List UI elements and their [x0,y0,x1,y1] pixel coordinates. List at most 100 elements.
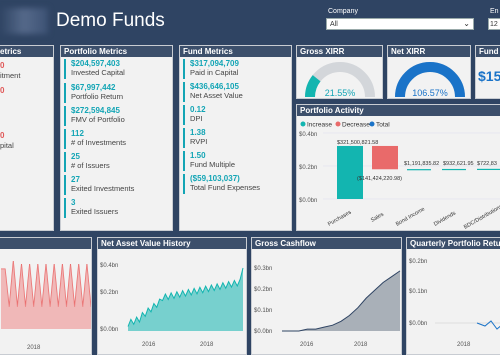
portfolio-metrics-panel: Portfolio Metrics $204,597,403 Invested … [60,45,173,231]
metric-value: $436,646,105 [190,82,239,91]
quarterly-return-panel: Quarterly Portfolio Return $0.2bn $0.1bn… [406,237,500,355]
accent-stripe [183,59,185,79]
y-tick-label: $0.1bn [254,308,272,314]
metric-label: Exited Investments [71,184,135,193]
end-filter-label: En [490,8,499,15]
accent-stripe [64,59,66,79]
y-tick-label: $0.2bn [299,165,317,171]
metric-label: # of Issuers [71,161,110,170]
x-tick-label: 2018 [200,342,214,348]
gross-xirr-gauge-panel: Gross XIRR 21.55% [296,45,383,99]
x-tick-label: BDC/Distributions [463,204,500,231]
metric-value: 1.38 [190,128,206,137]
panel-header [0,238,91,249]
accent-stripe [64,83,66,103]
metric-value: $204,597,403 [71,59,120,68]
y-tick-label: $0.4bn [299,132,317,138]
waterfall-bar-bond-income [407,169,431,171]
metric-item: ($59,103,037) Total Fund Expenses [190,174,260,193]
y-tick-label: $0.0bn [299,198,317,204]
metric-label: Fund Multiple [190,160,236,169]
x-tick-label: 2018 [27,345,41,351]
metric-value: 27 [71,175,80,184]
company-logo [0,8,48,34]
metric-item: $204,597,403 Invested Capital [71,59,125,78]
gauge-fill [305,75,321,98]
panel-header: Quarterly Portfolio Return [407,238,500,249]
metric-item: 25 # of Issuers [71,152,110,171]
x-tick-label: Sales [370,212,385,224]
metric-value: ($59,103,037) [190,174,240,183]
series-line [476,320,500,330]
data-label: $932,621.95 [443,161,474,167]
metric-label: Exited Issuers [71,207,119,216]
data-label: $722,83 [477,161,497,167]
accent-stripe [64,129,66,149]
company-filter-label: Company [328,8,358,15]
data-label: $1,191,835.82 [404,161,439,167]
metric-label: Paid in Capital [190,68,239,77]
metric-label: Net Asset Value [190,91,243,100]
legend-swatch-total [369,121,375,127]
waterfall-bar-sales [372,145,398,170]
company-dropdown[interactable]: All ⌄ [326,18,474,30]
metric-item: 3 Exited Issuers [71,198,118,217]
page-title: Demo Funds [56,10,165,31]
waterfall-bar-bdc [477,168,500,171]
y-tick-label: $0.0bn [100,327,118,333]
bottom-left-chart: 2018 [1,260,91,351]
panel-header: Portfolio Metrics [61,46,172,57]
quarterly-return-chart: $0.2bn $0.1bn $0.0bn 2018 [409,259,500,348]
accent-stripe [183,128,185,148]
end-date-input[interactable]: 12 [488,18,500,30]
legend-swatch-increase [300,121,306,127]
gross-xirr-gauge: 21.55% [305,62,375,98]
metric-label: Total Fund Expenses [190,183,261,192]
y-tick-label: $0.1bn [409,289,427,295]
legend-label: Decrease [342,122,370,129]
x-tick-label: 2016 [142,342,156,348]
panel-header: Net XIRR [388,46,470,57]
x-tick-label: 2018 [457,342,471,348]
bottom-left-chart-panel: 2018 [0,237,92,355]
metric-item: 112 # of Investments [71,129,126,148]
x-tick-label: Dividends [433,210,457,227]
metric-item: $272,594,845 FMV of Portfolio [71,106,125,125]
waterfall-bar-purchases [337,145,363,199]
metric-value: $272,594,845 [71,106,120,115]
y-tick-label: $0.0bn [254,329,272,335]
metric-value: 0 [0,131,5,140]
panel-header: Gross XIRR [297,46,382,57]
x-tick-label: Purchases [327,209,353,227]
panel-header: Gross Cashflow [252,238,401,249]
gauge-value: 21.55% [325,88,356,98]
metric-label: pital [0,141,14,150]
waterfall-bar-dividends [442,168,466,171]
metric-label: DPI [190,114,203,123]
metric-label: # of Investments [71,138,127,147]
fund-multiple-value: $15 [478,68,500,84]
nav-history-panel: Net Asset Value History $0.4bn $0.2bn $0… [97,237,247,355]
accent-stripe [64,106,66,126]
accent-stripe [183,174,185,194]
fund-multiple-card: Fund M $15 [475,45,500,99]
accent-stripe [64,175,66,195]
metric-value: 3 [71,198,76,207]
legend-label: Total [376,122,390,129]
legend-swatch-decrease [335,121,341,127]
metric-value: 0 [0,86,5,95]
portfolio-activity-panel: Portfolio Activity Increase Decrease Tot… [296,104,500,231]
series-area [282,270,400,331]
chevron-down-icon: ⌄ [463,19,470,28]
panel-header: Net Asset Value History [98,238,246,249]
metric-value: 1.50 [190,151,206,160]
x-tick-label: Bond Income [395,206,426,227]
chart-legend: Increase Decrease Total [300,121,390,129]
y-tick-label: $0.2bn [100,290,118,296]
metric-label: RVPI [190,137,208,146]
metric-value: 25 [71,152,80,161]
metric-item: $67,997,442 Portfolio Return [71,83,123,102]
metric-value: $317,094,709 [190,59,239,68]
y-tick-label: $0.0bn [409,321,427,327]
fund-metrics-panel: Fund Metrics $317,094,709 Paid in Capita… [179,45,292,231]
